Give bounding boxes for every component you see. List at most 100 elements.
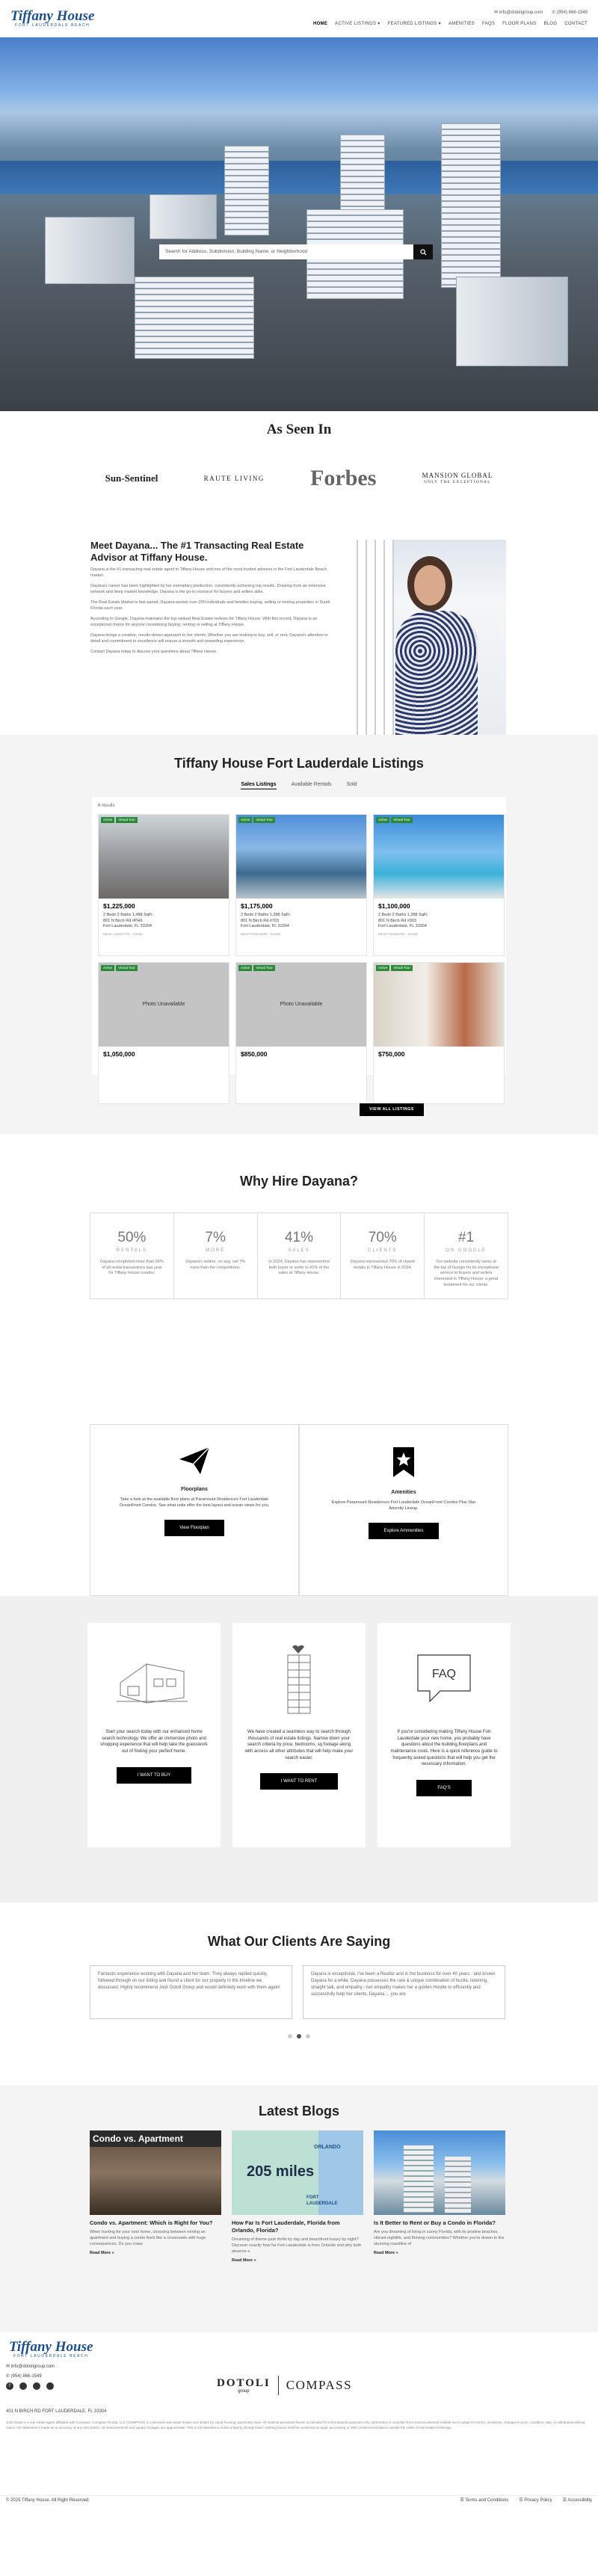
listing-city: Fort Lauderdale, FL 33304: [103, 924, 152, 929]
blog-image-caption: Condo vs. Apartment: [90, 2130, 221, 2148]
listing-photo: Active Virtual Tour Photo Unavailable: [99, 962, 229, 1047]
as-seen-in-section: As Seen In Sun-Sentinel RAUTE LIVING For…: [0, 411, 598, 527]
photo-unavailable-label: Photo Unavailable: [280, 1002, 323, 1008]
youtube-icon[interactable]: [33, 2382, 40, 2391]
listing-card[interactable]: Active Virtual Tour $1,100,000 2 Beds 2 B…: [373, 813, 505, 956]
press-logo-raute-living: RAUTE LIVING: [203, 474, 265, 482]
map-label-fort-lauderdale: FORT LAUDERDALE: [306, 2196, 338, 2207]
privacy-link[interactable]: ☰ Privacy Policy: [519, 2498, 552, 2503]
listing-card[interactable]: Active Virtual Tour $1,175,000 2 Beds 2 B…: [235, 813, 367, 956]
house-sketch-icon: [117, 1663, 188, 1704]
header-email[interactable]: ✉ info@dotoligroup.com: [494, 10, 543, 16]
about-paragraph: Contact Dayana today to discuss your que…: [90, 649, 218, 654]
listing-card[interactable]: Active Virtual Tour $750,000: [373, 961, 505, 1104]
blog-title: Is It Better to Rent or Buy a Condo in F…: [374, 2219, 496, 2227]
press-logo-sun-sentinel: Sun-Sentinel: [105, 472, 158, 484]
read-more-link[interactable]: Read More »: [374, 2251, 505, 2256]
dotoli-logo: DOTOLI group: [217, 2376, 271, 2394]
testimonial-card: Dayana is exceptional. I've been a Realt…: [303, 1965, 505, 2020]
listing-photo: Active Virtual Tour: [374, 814, 504, 899]
footer-bottom-bar: © 2025 Tiffany House. All Right Reserved…: [0, 2495, 598, 2506]
logo-subtitle: FORT LAUDERDALE BEACH: [15, 22, 90, 28]
carousel-dot[interactable]: [306, 2034, 310, 2039]
listing-city: Fort Lauderdale, FL 33304: [378, 924, 427, 929]
rent-desc: We have created a seamless way to search…: [244, 1730, 354, 1760]
paper-plane-icon: [179, 1446, 210, 1474]
listing-meta: MLS# F10454731 · Condo: [378, 931, 419, 936]
search-button[interactable]: [413, 244, 433, 259]
tab-sold[interactable]: Sold: [347, 781, 357, 789]
instagram-icon[interactable]: [19, 2382, 27, 2391]
read-more-link[interactable]: Read More »: [232, 2258, 363, 2264]
tab-available-rentals[interactable]: Available Rentals: [292, 781, 332, 789]
press-logo-forbes: Forbes: [310, 465, 377, 490]
faq-card: FAQ If you're considering making Tiffany…: [377, 1623, 511, 1847]
blog-excerpt: Dreaming of theme-park thrills by day an…: [232, 2237, 362, 2254]
testimonial-card: Fantastic experience working with Dayana…: [90, 1965, 292, 2020]
nav-floor-plans[interactable]: FLOOR PLANS: [502, 21, 536, 27]
nav-home[interactable]: HOME: [313, 21, 327, 27]
explore-amenities-button[interactable]: Explore Ammenities: [369, 1523, 439, 1540]
nav-faqs[interactable]: FAQS: [482, 21, 495, 27]
view-floorplan-button[interactable]: View Floorplan: [164, 1520, 224, 1537]
listing-card[interactable]: Active Virtual Tour Photo Unavailable $1,…: [98, 961, 229, 1104]
footer-logo[interactable]: Tiffany House FORT LAUDERDALE BEACH: [9, 2340, 93, 2359]
i-want-to-buy-button[interactable]: I WANT TO BUY: [116, 1766, 192, 1784]
site-footer: Tiffany House FORT LAUDERDALE BEACH ✉ in…: [0, 2332, 598, 2506]
nav-featured-listings[interactable]: FEATURED LISTINGS ▾: [388, 21, 441, 27]
about-section: Meet Dayana... The #1 Transacting Real E…: [0, 527, 598, 745]
floorplans-card: Floorplans Take a look at the available …: [90, 1424, 299, 1596]
tab-sales-listings[interactable]: Sales Listings: [241, 781, 277, 789]
hero-search-bar: Search for Address, Subdivision, Buildin…: [159, 244, 433, 259]
read-more-link[interactable]: Read More »: [90, 2251, 221, 2256]
linkedin-icon[interactable]: [46, 2382, 54, 2391]
listing-price: $1,175,000: [241, 902, 273, 910]
amenities-desc: Explore Paramount Residences Fort Lauder…: [331, 1500, 476, 1512]
section-title: Why Hire Dayana?: [239, 1174, 359, 1189]
site-header: Tiffany House FORT LAUDERDALE BEACH ✉ in…: [0, 0, 598, 37]
listing-meta: MLS# A11537770 · Condo: [103, 931, 143, 936]
section-title: As Seen In: [266, 422, 332, 437]
buy-card: Start your search today with our enhance…: [87, 1623, 221, 1847]
faqs-button[interactable]: FAQ'S: [416, 1780, 472, 1797]
hero-building: [45, 217, 135, 284]
section-title: Tiffany House Fort Lauderdale Listings: [174, 756, 424, 771]
testimonials-section: What Our Clients Are Saying Fantastic ex…: [0, 1902, 598, 2086]
stat-block: #1 ON GOOGLE Our website consistently rank…: [434, 1230, 499, 1287]
nav-amenities[interactable]: AMENITIES: [449, 21, 475, 27]
listing-specs: 2 Beds 2 Baths 1,288 SqFt: [241, 913, 290, 918]
listing-price: $1,225,000: [103, 902, 135, 910]
listing-card[interactable]: Active Virtual Tour $1,225,000 2 Beds 2 B…: [98, 813, 229, 956]
terms-link[interactable]: ☰ Terms and Conditions: [460, 2498, 508, 2503]
photo-unavailable-label: Photo Unavailable: [142, 1002, 185, 1008]
footer-phone[interactable]: ✆ (954) 866-1549: [6, 2372, 55, 2382]
nav-blog[interactable]: BLOG: [543, 21, 557, 27]
carousel-dot[interactable]: [288, 2034, 292, 2039]
facebook-icon[interactable]: f: [6, 2382, 13, 2391]
brokerage-logos: DOTOLI group COMPASS: [217, 2376, 352, 2395]
blog-card[interactable]: ORLANDO 205 miles FORT LAUDERDALE How Fa…: [232, 2130, 363, 2264]
blog-card[interactable]: Condo vs. Apartment Condo vs. Apartment:…: [90, 2130, 221, 2264]
listing-card[interactable]: Active Virtual Tour Photo Unavailable $85…: [235, 961, 367, 1104]
stat-block: 70% CLIENTS Dayana represented 70% of clos…: [341, 1213, 425, 1299]
listing-city: Fort Lauderdale, FL 33304: [241, 924, 289, 929]
nav-contact[interactable]: CONTACT: [564, 21, 588, 27]
amenities-title: Amenities: [391, 1489, 416, 1495]
footer-email[interactable]: ✉ info@dotoligroup.com: [6, 2362, 55, 2372]
nav-active-listings[interactable]: ACTIVE LISTINGS ▾: [335, 21, 380, 27]
listings-panel: 6 results Active Virtual Tour $1,225,000 …: [92, 796, 506, 1116]
i-want-to-rent-button[interactable]: I WANT TO RENT: [259, 1773, 339, 1790]
accessibility-link[interactable]: ☰ Accessibility: [563, 2498, 592, 2503]
blog-image: [374, 2130, 505, 2216]
section-title: Latest Blogs: [258, 2104, 340, 2119]
listing-address: 801 N Birch Rd #303: [378, 918, 417, 923]
blog-card[interactable]: Is It Better to Rent or Buy a Condo in F…: [374, 2130, 505, 2264]
view-all-listings-button[interactable]: VIEW ALL LISTINGS: [360, 1103, 424, 1116]
hero-search-input[interactable]: Search for Address, Subdivision, Buildin…: [159, 244, 413, 259]
blog-excerpt: When hunting for your next home, choosin…: [90, 2230, 206, 2246]
header-phone[interactable]: ✆ (954) 866-1549: [552, 10, 588, 16]
site-logo[interactable]: Tiffany House FORT LAUDERDALE BEACH: [10, 9, 94, 28]
about-paragraph: Dayana's career has been highlighted by …: [90, 584, 326, 595]
carousel-dot[interactable]: [297, 2034, 301, 2039]
blog-image: ORLANDO 205 miles FORT LAUDERDALE: [232, 2130, 363, 2216]
